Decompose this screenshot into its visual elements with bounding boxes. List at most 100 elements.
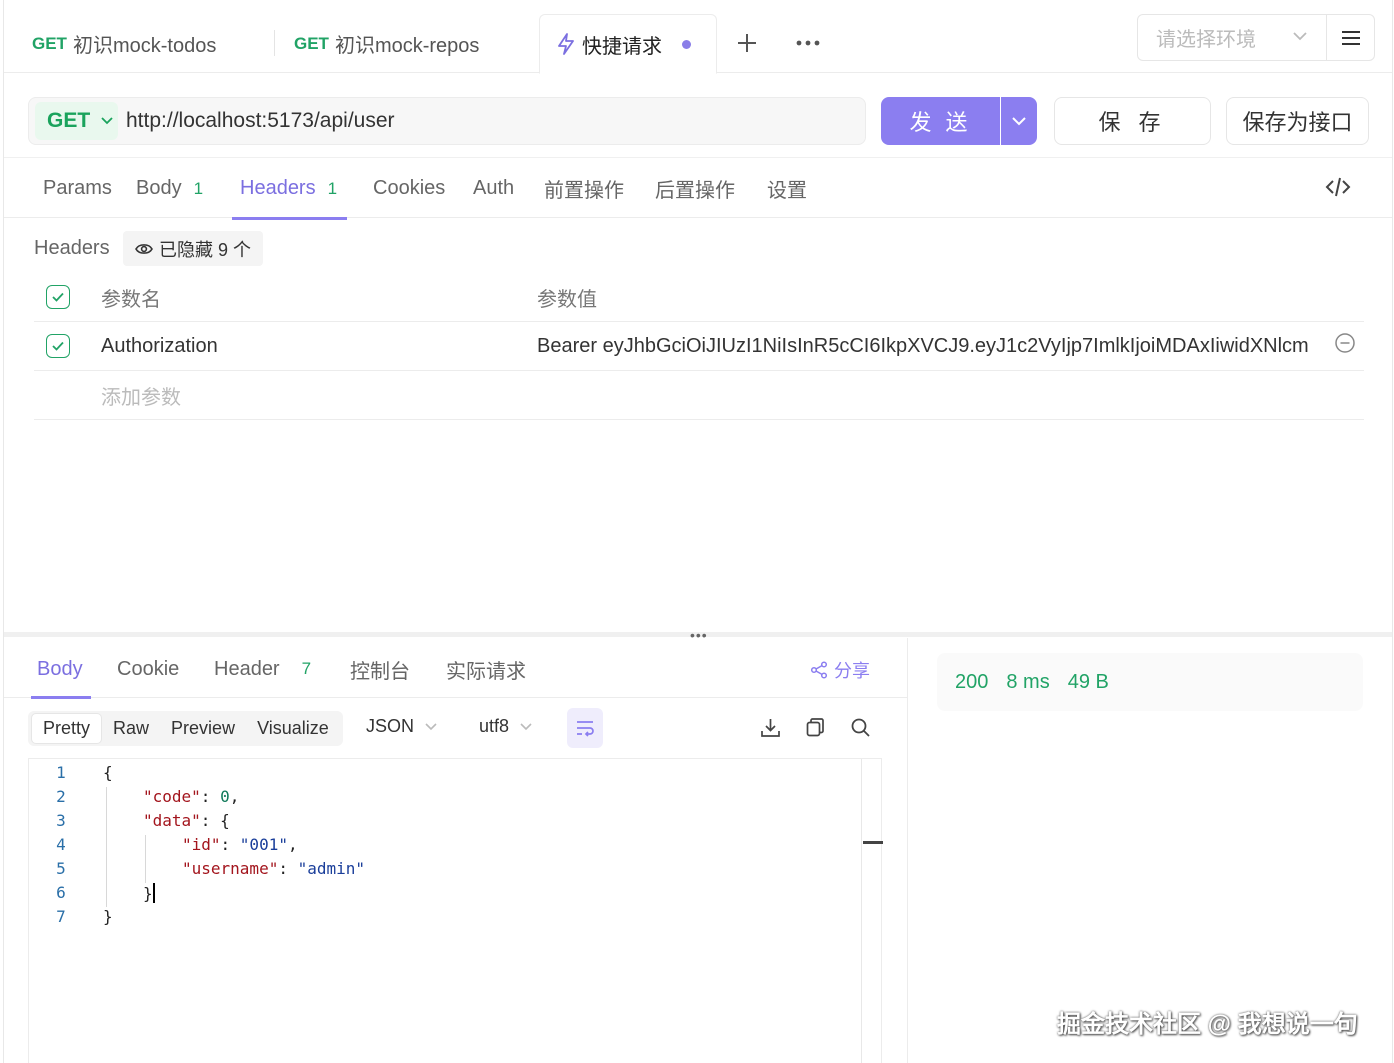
more-tabs-button[interactable] — [794, 32, 822, 54]
select-all-checkbox[interactable] — [46, 285, 70, 309]
column-value-header: 参数值 — [537, 288, 597, 311]
code-line: "username": "admin" — [182, 859, 366, 878]
tab-mock-todos[interactable]: GET 初识mock-todos — [32, 14, 216, 73]
environment-select[interactable]: 请选择环境 — [1137, 14, 1327, 61]
tab-label: Auth — [473, 177, 515, 199]
tab-label: Params — [43, 177, 112, 199]
tab-count-badge: 7 — [301, 659, 312, 678]
chevron-down-icon — [1012, 117, 1026, 126]
tab-cookies[interactable]: Cookies — [373, 158, 445, 219]
tab-label: 控制台 — [350, 660, 410, 683]
tab-label: 初识mock-repos — [334, 35, 480, 57]
view-preview[interactable]: Preview — [160, 713, 246, 744]
tab-response-cookie[interactable]: Cookie — [117, 640, 179, 698]
tab-label: 快捷请求 — [582, 35, 662, 58]
method-value: GET — [47, 109, 91, 132]
tab-count-badge: 1 — [193, 178, 204, 198]
copy-button[interactable] — [805, 717, 826, 743]
response-size: 49 B — [1067, 670, 1109, 693]
share-label: 分享 — [834, 661, 870, 681]
response-time: 8 ms — [1006, 670, 1050, 693]
code-line: "data": { — [143, 811, 230, 830]
view-mode-switch: Pretty Raw Preview Visualize — [28, 711, 343, 746]
tab-response-header[interactable]: Header 7 — [214, 640, 311, 698]
hidden-count-label: 已隐藏 9 个 — [159, 239, 252, 260]
tab-label: 前置操作 — [544, 180, 624, 202]
scrollbar-thumb[interactable] — [863, 841, 883, 844]
tab-settings[interactable]: 设置 — [767, 158, 807, 219]
chevron-down-icon — [100, 114, 114, 128]
tab-label: 实际请求 — [446, 660, 526, 683]
tab-label: Body — [136, 177, 182, 199]
hidden-headers-toggle[interactable]: 已隐藏 9 个 — [123, 231, 264, 266]
word-wrap-button[interactable] — [567, 708, 603, 748]
remove-row-button[interactable] — [1334, 332, 1356, 360]
code-line: "id": "001", — [182, 835, 298, 854]
window-right-border — [1392, 0, 1393, 1063]
request-tabs: Params Body 1 Headers 1 Cookies Auth 前置操作 … — [4, 157, 1392, 220]
download-button[interactable] — [760, 717, 781, 743]
line-number: 1 — [56, 763, 66, 782]
tab-post-operations[interactable]: 后置操作 — [655, 158, 735, 219]
text-cursor — [152, 883, 155, 903]
tab-params[interactable]: Params — [43, 158, 112, 219]
method-select[interactable]: GET — [35, 102, 118, 140]
check-icon — [52, 341, 64, 351]
url-bar: GET — [28, 97, 866, 145]
tab-response-body[interactable]: Body — [31, 640, 91, 699]
code-snippet-button[interactable] — [1325, 175, 1351, 204]
share-icon — [810, 661, 828, 679]
line-number: 2 — [56, 787, 66, 806]
tab-label: Body — [37, 657, 83, 680]
view-pretty[interactable]: Pretty — [31, 713, 103, 744]
save-as-api-button[interactable]: 保存为接口 — [1226, 97, 1369, 145]
tab-headers[interactable]: Headers 1 — [231, 158, 348, 220]
table-row: Authorization Bearer eyJhbGciOiJIUzI1NiI… — [34, 322, 1364, 371]
line-number: 4 — [56, 835, 66, 854]
drag-handle-icon[interactable]: ••• — [690, 628, 708, 642]
tab-label: Cookie — [117, 657, 180, 680]
search-button[interactable] — [850, 717, 871, 743]
view-visualize[interactable]: Visualize — [246, 713, 340, 744]
tab-method: GET — [294, 33, 329, 53]
tab-mock-repos[interactable]: GET 初识mock-repos — [294, 14, 479, 73]
url-input[interactable] — [126, 109, 826, 133]
response-body-editor[interactable]: 1 2 3 4 5 6 7 { "code": 0, "data": { "id… — [28, 758, 883, 1063]
download-icon — [761, 719, 780, 737]
eye-icon — [135, 242, 153, 256]
watermark: 掘金技术社区 @ 我想说一句 — [1057, 1011, 1358, 1038]
share-button[interactable]: 分享 — [810, 657, 870, 683]
tab-auth[interactable]: Auth — [473, 158, 514, 219]
send-options-button[interactable] — [1001, 97, 1037, 145]
tab-body[interactable]: Body 1 — [136, 158, 203, 219]
encoding-value: utf8 — [479, 716, 510, 736]
tab-count-badge: 1 — [327, 178, 338, 198]
tab-quick-request[interactable]: 快捷请求 — [539, 14, 717, 74]
add-tab-button[interactable] — [734, 30, 760, 56]
line-number: 6 — [56, 883, 66, 902]
minus-circle-icon — [1335, 333, 1355, 353]
send-button[interactable]: 发 送 — [881, 97, 1000, 145]
row-enabled-checkbox[interactable] — [46, 334, 70, 358]
add-param-row: 添加参数 — [34, 371, 1364, 420]
tab-actual-request[interactable]: 实际请求 — [446, 640, 526, 698]
encoding-select[interactable]: utf8 — [479, 716, 533, 737]
tab-label: 初识mock-todos — [72, 35, 217, 57]
line-number: 3 — [56, 811, 66, 830]
save-button[interactable]: 保 存 — [1054, 97, 1211, 145]
lightning-icon — [556, 33, 576, 55]
status-code: 200 — [955, 670, 989, 693]
tab-console[interactable]: 控制台 — [350, 640, 410, 698]
tab-pre-operations[interactable]: 前置操作 — [544, 158, 624, 219]
add-param-input[interactable]: 添加参数 — [101, 381, 181, 410]
scrollbar-track[interactable] — [861, 759, 862, 1063]
format-select[interactable]: JSON — [366, 716, 438, 737]
more-icon — [796, 40, 820, 46]
format-value: JSON — [366, 716, 415, 736]
environment-menu-button[interactable] — [1326, 14, 1375, 61]
code-icon — [1325, 177, 1351, 197]
headers-title: Headers — [34, 237, 110, 259]
view-raw[interactable]: Raw — [102, 713, 160, 744]
header-value-input[interactable]: Bearer eyJhbGciOiJIUzI1NiIsInR5cCI6IkpXV… — [537, 335, 1309, 358]
header-name-input[interactable]: Authorization — [101, 335, 218, 358]
